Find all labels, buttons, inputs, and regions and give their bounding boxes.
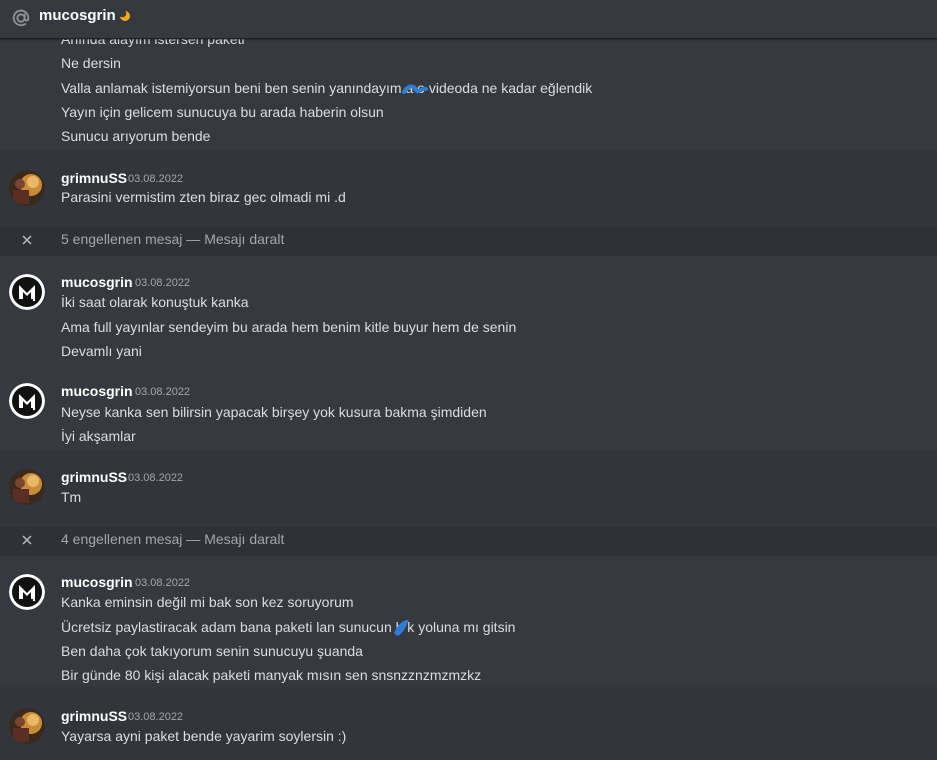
username[interactable]: grimnuSS	[61, 708, 127, 724]
channel-header: mucosgrin	[0, 0, 937, 39]
message-line: Kanka eminsin değil mi bak son kez soruy…	[61, 594, 354, 610]
username[interactable]: grimnuSS	[61, 170, 127, 186]
message-line: İki saat olarak konuştuk kanka	[61, 294, 249, 310]
blocked-count-text: 4 engellenen mesaj —	[61, 531, 205, 547]
timestamp: 03.08.2022	[135, 277, 191, 289]
timestamp: 03.08.2022	[135, 577, 191, 589]
message-line: Ne dersin	[61, 55, 121, 71]
message-line: Sunucu arıyorum bende	[61, 128, 211, 144]
message-line: Ama full yayınlar sendeyim bu arada hem …	[61, 319, 517, 335]
message-line: Ücretsiz paylastiracak adam bana paketi …	[61, 619, 516, 635]
message-hover-band	[0, 450, 937, 525]
message-line: Valla anlamak istemiyorsun beni ben seni…	[61, 80, 593, 96]
message-line: Neyse kanka sen bilirsin yapacak birşey …	[61, 404, 487, 420]
message-list: Anında alayım istersen paketi Ne dersin …	[0, 0, 937, 760]
moon-idle-icon	[119, 10, 130, 21]
avatar[interactable]	[9, 574, 45, 610]
scribble-censor-mark	[394, 620, 409, 636]
username[interactable]: mucosgrin	[61, 574, 133, 590]
message-line: Bir günde 80 kişi alacak paketi manyak m…	[61, 667, 482, 683]
m-logo-icon	[9, 383, 45, 419]
m-logo-icon	[9, 574, 45, 610]
username[interactable]: grimnuSS	[61, 469, 127, 485]
avatar[interactable]	[9, 170, 45, 206]
avatar[interactable]	[9, 469, 45, 505]
message-hover-band	[0, 150, 937, 225]
at-sign-icon	[12, 9, 30, 27]
message-line: Tm	[61, 489, 82, 505]
close-icon[interactable]	[20, 233, 34, 247]
timestamp: 03.08.2022	[128, 472, 184, 484]
timestamp: 03.08.2022	[128, 711, 184, 723]
collapse-messages-link[interactable]: Mesajı daralt	[204, 231, 284, 247]
message-line: İyi akşamlar	[61, 428, 136, 444]
message-hover-band	[0, 687, 937, 760]
timestamp: 03.08.2022	[128, 173, 184, 185]
message-line: Devamlı yani	[61, 343, 142, 359]
message-line: Yayın için gelicem sunucuya bu arada hab…	[61, 104, 384, 120]
avatar[interactable]	[9, 708, 45, 744]
avatar[interactable]	[9, 274, 45, 310]
m-logo-icon	[9, 274, 45, 310]
grimnuss-avatar-icon	[9, 708, 45, 744]
grimnuss-avatar-icon	[9, 469, 45, 505]
blocked-count-text: 5 engellenen mesaj —	[61, 231, 205, 247]
scribble-censor-mark	[402, 84, 428, 94]
message-line: Ben daha çok takıyorum senin sunucuyu şu…	[61, 643, 363, 659]
blocked-messages-notice: 4 engellenen mesaj — Mesajı daralt	[61, 531, 284, 547]
message-line: Parasini vermistim zten biraz gec olmadi…	[61, 189, 346, 205]
grimnuss-avatar-icon	[9, 170, 45, 206]
avatar[interactable]	[9, 383, 45, 419]
close-icon[interactable]	[20, 533, 34, 547]
message-line: Yayarsa ayni paket bende yayarim soylers…	[61, 728, 347, 744]
channel-title: mucosgrin	[39, 7, 116, 24]
username[interactable]: mucosgrin	[61, 274, 133, 290]
collapse-messages-link[interactable]: Mesajı daralt	[204, 531, 284, 547]
blocked-messages-notice: 5 engellenen mesaj — Mesajı daralt	[61, 231, 284, 247]
username[interactable]: mucosgrin	[61, 383, 133, 399]
timestamp: 03.08.2022	[135, 386, 191, 398]
